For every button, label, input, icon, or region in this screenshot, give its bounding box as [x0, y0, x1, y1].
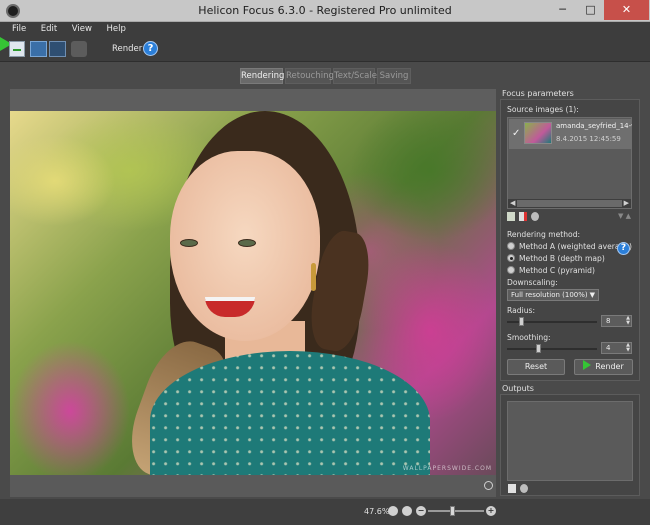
source-images-label: Source images (1):	[507, 105, 579, 114]
tab-retouching[interactable]: Retouching	[285, 68, 334, 84]
close-button[interactable]: ✕	[604, 0, 649, 20]
split-view-icon[interactable]	[30, 41, 47, 57]
outputs-list[interactable]	[507, 401, 633, 481]
chevron-down-icon: ▼	[589, 291, 595, 299]
smoothing-stepper[interactable]: 4 ▲ ▼	[601, 342, 632, 354]
zoom-fit-icon[interactable]	[388, 506, 398, 516]
tab-text-scale[interactable]: Text/Scale	[333, 68, 377, 84]
stepper-arrows-icon[interactable]: ▲ ▼	[626, 316, 630, 326]
list-item[interactable]: ✓ amanda_seyfried_14-wall 8.4.2015 12:45…	[509, 119, 632, 149]
method-c-label[interactable]: Method C (pyramid)	[519, 266, 595, 275]
canvas-top-margin	[10, 89, 496, 111]
magnifier-icon[interactable]	[484, 481, 493, 490]
method-c-radio[interactable]	[507, 266, 515, 274]
menu-edit[interactable]: Edit	[29, 22, 57, 37]
canvas-bottom-margin	[10, 475, 496, 497]
zoom-slider[interactable]	[428, 510, 484, 512]
zoom-slider-thumb[interactable]	[450, 506, 455, 516]
outputs-panel	[500, 394, 640, 496]
scroll-left-icon[interactable]: ◀	[510, 199, 515, 208]
stacked-view-icon[interactable]	[49, 41, 66, 57]
add-images-icon[interactable]	[9, 41, 25, 57]
source-list-scrollbar[interactable]: ◀ ▶	[508, 199, 631, 208]
title-bar: Helicon Focus 6.3.0 - Registered Pro unl…	[0, 0, 650, 22]
source-filename: amanda_seyfried_14-wall	[556, 122, 632, 130]
menu-view[interactable]: View	[60, 22, 92, 37]
method-a-label[interactable]: Method A (weighted average)	[519, 242, 632, 251]
maximize-button[interactable]: □	[578, 0, 603, 20]
downscaling-select[interactable]: Full resolution (100%) ▼	[507, 289, 599, 301]
scrollbar-thumb[interactable]	[517, 200, 622, 207]
tab-saving[interactable]: Saving	[377, 68, 411, 84]
output-settings-gear-icon[interactable]	[520, 484, 528, 493]
radius-stepper[interactable]: 8 ▲ ▼	[601, 315, 632, 327]
photo-earring	[311, 263, 316, 291]
rendering-help-icon[interactable]: ?	[617, 242, 630, 255]
focus-parameters-title: Focus parameters	[502, 89, 574, 98]
source-images-list[interactable]: ✓ amanda_seyfried_14-wall 8.4.2015 12:45…	[507, 117, 632, 209]
source-date: 8.4.2015 12:45:59	[556, 135, 621, 143]
render-button[interactable]: Render	[574, 359, 633, 375]
outputs-title: Outputs	[502, 384, 534, 393]
photo-eye-right	[238, 239, 256, 247]
move-up-down-icon[interactable]: ▼ ▲	[618, 212, 631, 220]
source-checkbox[interactable]: ✓	[512, 128, 520, 139]
remove-source-icon[interactable]	[519, 212, 527, 221]
zoom-level: 47.6%	[364, 507, 390, 516]
help-icon[interactable]: ?	[143, 41, 158, 56]
render-button-label: Render	[595, 362, 624, 371]
zoom-bar: 47.6% − +	[0, 499, 650, 525]
radius-value: 8	[606, 317, 611, 325]
menu-help[interactable]: Help	[95, 22, 126, 37]
minimize-button[interactable]: ─	[550, 0, 575, 20]
method-b-label[interactable]: Method B (depth map)	[519, 254, 605, 263]
downscaling-label: Downscaling:	[507, 278, 558, 287]
smoothing-value: 4	[606, 344, 611, 352]
smoothing-label: Smoothing:	[507, 333, 551, 342]
tab-rendering[interactable]: Rendering	[240, 68, 284, 84]
source-thumbnail	[524, 122, 552, 144]
photo-eye-left	[180, 239, 198, 247]
scroll-right-icon[interactable]: ▶	[624, 199, 629, 208]
downscaling-value: Full resolution (100%)	[511, 291, 588, 299]
method-a-radio[interactable]	[507, 242, 515, 250]
camera-icon[interactable]	[71, 41, 87, 57]
toolbar-render-button[interactable]: Render	[112, 44, 142, 54]
add-source-icon[interactable]	[507, 212, 515, 221]
rendering-method-label: Rendering method:	[507, 230, 581, 239]
reset-button[interactable]: Reset	[507, 359, 565, 375]
smoothing-slider[interactable]	[507, 348, 597, 350]
play-icon	[583, 360, 592, 370]
stepper-arrows-icon[interactable]: ▲ ▼	[626, 343, 630, 353]
radius-slider-thumb[interactable]	[519, 317, 524, 326]
smoothing-slider-thumb[interactable]	[536, 344, 541, 353]
zoom-out-button[interactable]: −	[416, 506, 426, 516]
preview-photo[interactable]: WALLPAPERSWIDE.COM	[10, 111, 496, 475]
menu-bar: File Edit View Help	[0, 22, 650, 37]
zoom-actual-icon[interactable]	[402, 506, 412, 516]
toolbar: Render ?	[0, 37, 650, 62]
photo-watermark: WALLPAPERSWIDE.COM	[402, 465, 492, 472]
image-canvas[interactable]: WALLPAPERSWIDE.COM	[10, 89, 496, 497]
photo-shirt	[150, 351, 430, 475]
output-file-icon[interactable]	[508, 484, 516, 493]
method-b-radio[interactable]	[507, 254, 515, 262]
focus-parameters-panel: Source images (1): ✓ amanda_seyfried_14-…	[500, 99, 640, 381]
source-settings-gear-icon[interactable]	[531, 212, 539, 221]
zoom-in-button[interactable]: +	[486, 506, 496, 516]
menu-file[interactable]: File	[0, 22, 26, 37]
radius-label: Radius:	[507, 306, 536, 315]
